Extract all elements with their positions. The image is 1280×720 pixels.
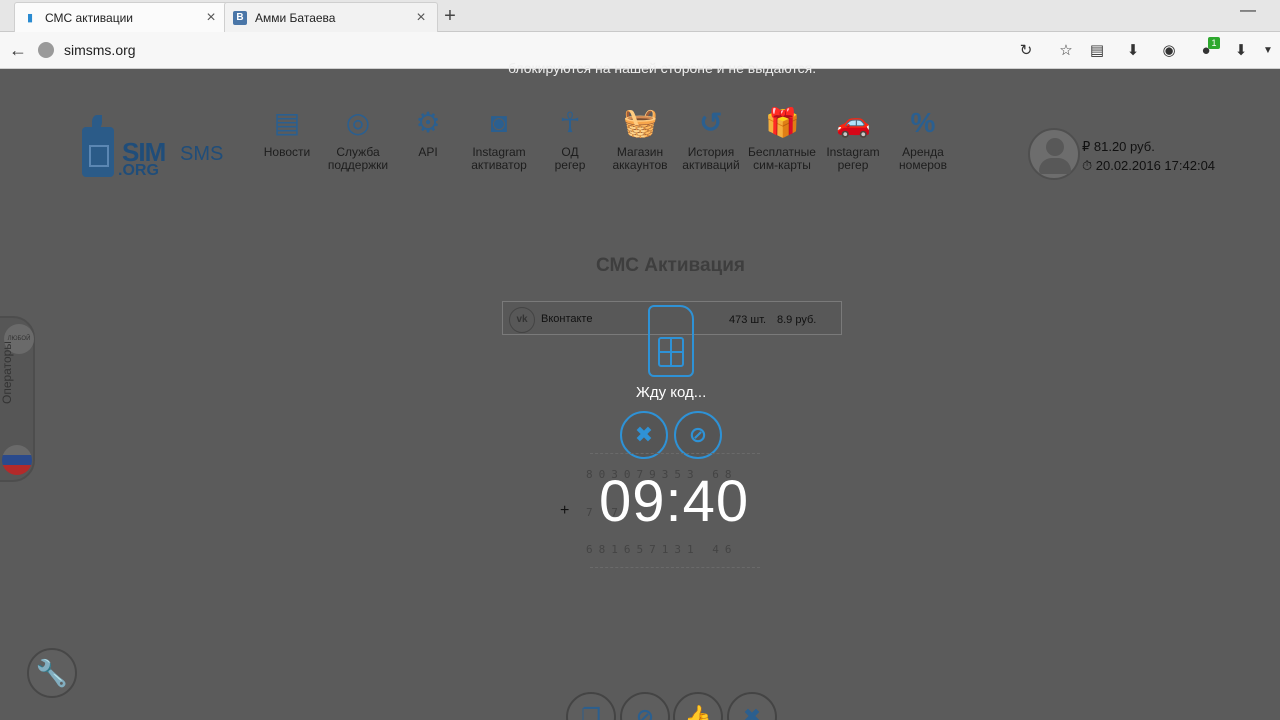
top-notice-text: блокируются на нашей стороне и не выдают…	[508, 60, 817, 76]
copy-button[interactable]: ❐	[566, 692, 616, 720]
new-tab-button[interactable]: +	[440, 4, 460, 28]
nav-instagram-activator[interactable]: ◙ Instagram активатор	[463, 106, 535, 172]
simsms-favicon-icon: ▮	[26, 12, 34, 24]
basket-icon: 🧺	[623, 107, 658, 138]
service-name: Вконтакте	[541, 313, 593, 325]
gears-icon: ⚙	[415, 107, 441, 138]
vk-favicon-icon: B	[233, 10, 247, 25]
nav-label: Instagram активатор	[471, 145, 527, 172]
avatar-head	[1046, 138, 1064, 156]
ban-icon: ⊘	[688, 422, 708, 447]
nav-news[interactable]: ▤ Новости	[251, 106, 323, 159]
nav-label: Бесплатные сим-карты	[748, 145, 816, 172]
minimize-window-button[interactable]: —	[1240, 2, 1256, 20]
nav-number-rent[interactable]: % Аренда номеров	[887, 106, 959, 172]
wrench-icon: 🔧	[35, 658, 69, 688]
thumbs-up-button[interactable]: 👍	[673, 692, 723, 720]
newspaper-icon: ▤	[273, 107, 301, 138]
digits-divider	[590, 567, 760, 568]
close-icon: ✖	[742, 704, 762, 720]
countdown-timer: 09:40	[599, 469, 750, 534]
menu-chevron-icon[interactable]: ▼	[1256, 39, 1280, 63]
nav-label: ОД регер	[554, 145, 586, 172]
reload-icon[interactable]: ↻	[1014, 39, 1038, 63]
vk-icon: vk	[509, 307, 535, 333]
nav-od-reger[interactable]: ☥ ОД регер	[534, 106, 606, 172]
nav-label: Аренда номеров	[899, 145, 947, 172]
gift-icon: 🎁	[765, 107, 800, 138]
odnoklassniki-icon: ☥	[559, 107, 581, 138]
service-quantity: 473 шт.	[729, 314, 767, 326]
close-button[interactable]: ✖	[727, 692, 777, 720]
phone-plus-sign: +	[560, 502, 570, 519]
history-icon: ↺	[699, 107, 723, 138]
simcard-chip	[658, 337, 684, 367]
reading-list-icon[interactable]: ▤	[1085, 39, 1109, 63]
extension-icon[interactable]: ◉	[1157, 39, 1181, 63]
operators-panel[interactable]: ЛЮБОЙ Операторы	[0, 316, 35, 482]
download-icon[interactable]: ⬇	[1121, 39, 1145, 63]
nav-label: API	[418, 145, 438, 159]
lifebuoy-icon: ◎	[345, 107, 371, 138]
nav-label: Служба поддержки	[327, 145, 389, 172]
nav-accounts-shop[interactable]: 🧺 Магазин аккаунтов	[604, 106, 676, 172]
waiting-status: Жду код...	[636, 384, 707, 401]
close-icon: ✖	[634, 422, 654, 447]
logo-text-sms: SMS	[180, 143, 224, 165]
russia-flag-icon[interactable]	[2, 445, 32, 475]
simcard-icon	[648, 305, 694, 377]
globe-icon	[38, 42, 54, 58]
notification-badge: 1	[1208, 37, 1220, 49]
tab-title: Амми Батаева	[255, 10, 336, 25]
tab-bar: ▮ СМС активации × B Амми Батаева × + —	[0, 0, 1280, 32]
nav-api[interactable]: ⚙ API	[392, 106, 464, 159]
avatar-body	[1039, 158, 1071, 174]
copy-icon: ❐	[581, 704, 601, 720]
nav-label: История активаций	[682, 145, 740, 172]
settings-wrench-button[interactable]: 🔧	[27, 648, 77, 698]
logo-text-org: .ORG	[118, 162, 159, 179]
instagram-icon: ◙	[490, 107, 508, 138]
ban-number-button[interactable]: ⊘	[674, 411, 722, 459]
tab-vk-profile[interactable]: B Амми Батаева ×	[224, 2, 438, 32]
nav-support[interactable]: ◎ Служба поддержки	[322, 106, 394, 172]
ban-button[interactable]: ⊘	[620, 692, 670, 720]
url-field[interactable]: simsms.org	[64, 42, 136, 58]
service-price: 8.9 руб.	[777, 314, 817, 326]
close-tab-icon[interactable]: ×	[203, 9, 219, 27]
nav-instagram-reger[interactable]: 🚗 Instagram регер	[817, 106, 889, 172]
close-tab-icon[interactable]: ×	[413, 9, 429, 27]
logo-chip	[89, 145, 109, 167]
nav-free-simcards[interactable]: 🎁 Бесплатные сим-карты	[746, 106, 818, 172]
user-balance: ₽ 81.20 руб.	[1082, 139, 1155, 154]
current-datetime: ⏱ 20.02.2016 17:42:04	[1082, 158, 1216, 173]
nav-label: Instagram регер	[826, 145, 880, 172]
user-avatar[interactable]	[1028, 128, 1080, 180]
percent-icon: %	[910, 107, 936, 138]
thumbs-up-icon: 👍	[684, 704, 712, 720]
page-title: СМС Активация	[596, 255, 745, 276]
operators-label: Операторы	[0, 341, 14, 404]
tab-title: СМС активации	[45, 10, 133, 25]
nav-activation-history[interactable]: ↺ История активаций	[675, 106, 747, 172]
page-content: блокируются на нашей стороне и не выдают…	[0, 60, 1280, 720]
nav-label: Магазин аккаунтов	[612, 145, 668, 172]
car-icon: 🚗	[836, 107, 871, 138]
back-arrow-icon[interactable]: ←	[6, 39, 30, 63]
cancel-button[interactable]: ✖	[620, 411, 668, 459]
nav-label: Новости	[263, 145, 311, 159]
digits-row: 681657131 46	[586, 543, 738, 556]
downloads-arrow-icon[interactable]: ⬇	[1229, 39, 1253, 63]
tab-sms-activation[interactable]: ▮ СМС активации ×	[14, 2, 228, 32]
simsms-logo[interactable]: SIM SMS .ORG	[80, 115, 240, 185]
ban-icon: ⊘	[635, 704, 655, 720]
bookmark-star-icon[interactable]: ☆	[1054, 39, 1078, 63]
digits-divider	[590, 453, 760, 454]
